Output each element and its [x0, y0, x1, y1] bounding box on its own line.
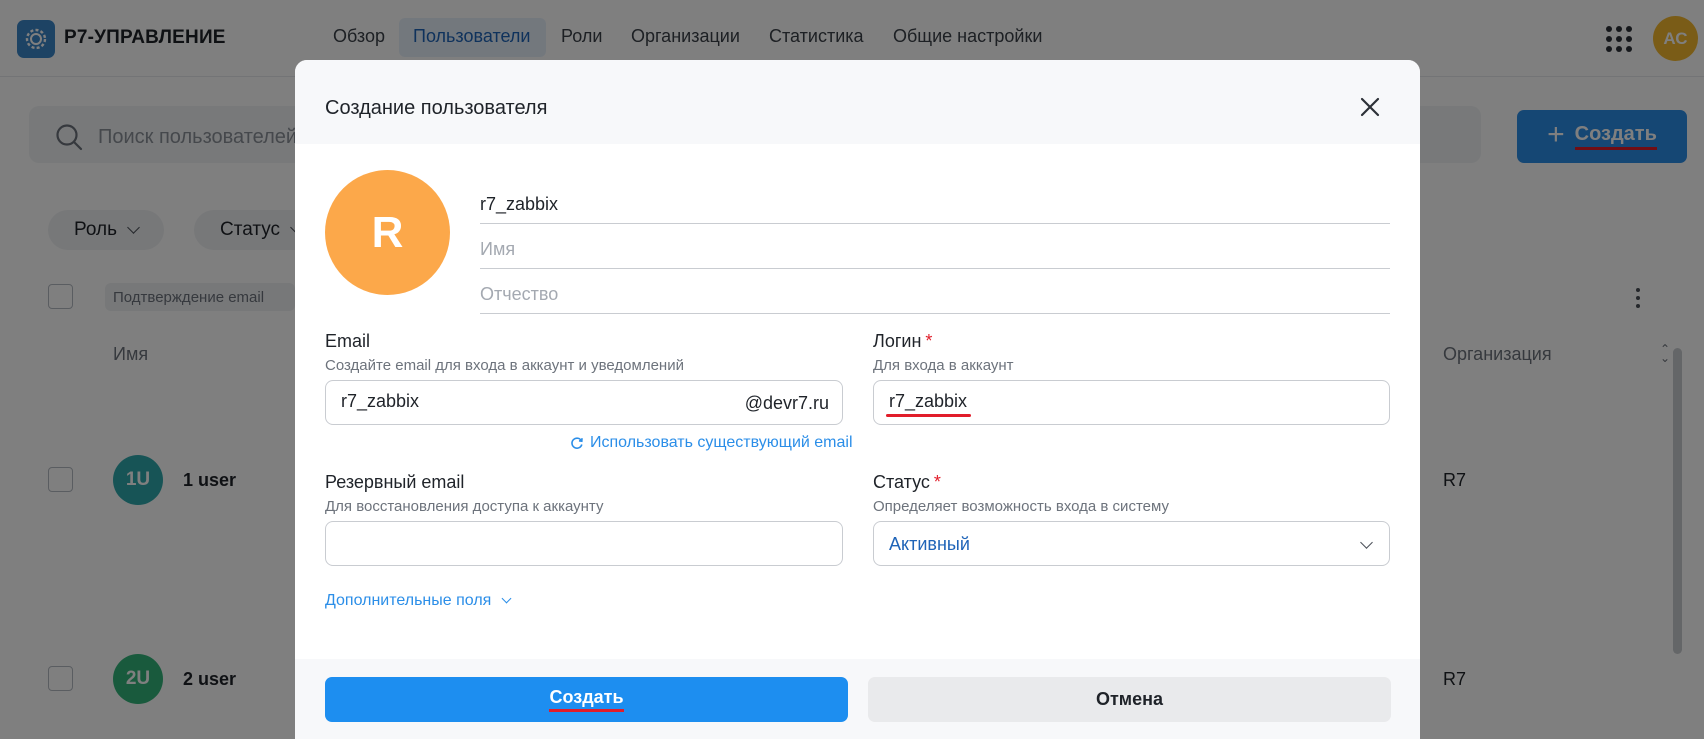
email-input[interactable]	[341, 391, 701, 412]
annotation-underline	[886, 414, 971, 417]
additional-fields-toggle[interactable]: Дополнительные поля	[325, 592, 512, 610]
email-field[interactable]: @devr7.ru	[325, 380, 843, 425]
login-label: Логин *	[873, 331, 932, 352]
required-mark: *	[925, 331, 933, 351]
required-mark: *	[933, 472, 941, 492]
dialog-title: Создание пользователя	[325, 97, 548, 119]
chevron-down-icon	[1360, 536, 1373, 549]
first-name-input[interactable]	[480, 239, 1390, 260]
login-input[interactable]	[889, 391, 1369, 412]
middle-name-input[interactable]	[480, 284, 1390, 305]
last-name-input[interactable]	[480, 194, 1390, 215]
email-domain: @devr7.ru	[744, 393, 829, 413]
backup-email-hint: Для восстановления доступа к аккаунту	[325, 498, 604, 515]
create-button-label: Создать	[549, 687, 624, 712]
status-select[interactable]: Активный	[873, 521, 1390, 566]
create-button[interactable]: Создать	[325, 677, 848, 722]
first-name-field[interactable]	[480, 224, 1390, 269]
use-existing-email-link[interactable]: Использовать существующий email	[570, 434, 853, 452]
middle-name-field[interactable]	[480, 269, 1390, 314]
refresh-icon	[571, 437, 583, 449]
use-existing-email-label: Использовать существующий email	[590, 434, 853, 451]
create-user-dialog: Создание пользователя R Email Создайте e…	[295, 60, 1420, 739]
email-hint: Создайте email для входа в аккаунт и уве…	[325, 357, 684, 374]
chevron-down-icon	[501, 593, 512, 603]
login-hint: Для входа в аккаунт	[873, 357, 1014, 374]
login-label-text: Логин	[873, 331, 922, 351]
status-hint: Определяет возможность входа в систему	[873, 498, 1169, 515]
close-icon[interactable]	[1359, 96, 1381, 118]
status-label: Статус *	[873, 472, 941, 493]
backup-email-input[interactable]	[341, 532, 821, 553]
cancel-button[interactable]: Отмена	[868, 677, 1391, 722]
status-selected-value: Активный	[889, 534, 970, 554]
last-name-field[interactable]	[480, 179, 1390, 224]
backup-email-field[interactable]	[325, 521, 843, 566]
status-label-text: Статус	[873, 472, 930, 492]
user-avatar-preview[interactable]: R	[325, 170, 450, 295]
email-label: Email	[325, 331, 371, 351]
additional-fields-label: Дополнительные поля	[325, 592, 492, 609]
login-field[interactable]	[873, 380, 1390, 425]
backup-email-label: Резервный email	[325, 472, 465, 492]
